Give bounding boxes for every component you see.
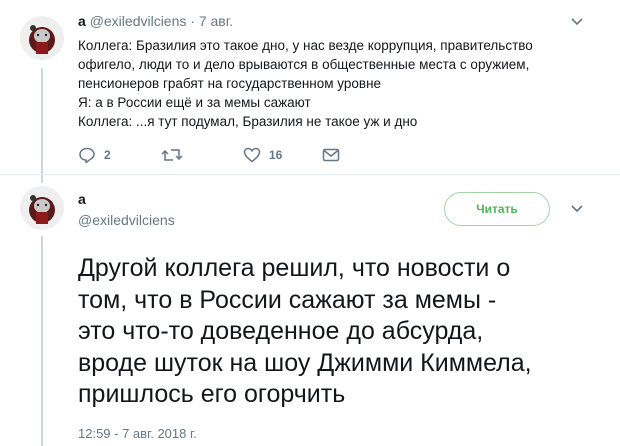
tweet-text-line: Коллега: ...я тут подумал, Бразилия не т… [78,114,418,129]
avatar[interactable] [20,16,64,60]
read-button[interactable]: Читать [444,192,550,226]
display-name[interactable]: a [78,191,86,207]
divider [0,174,620,175]
tweet-text-line: том, что в России сажают за мемы - [78,285,497,314]
tweet-date[interactable]: 12:59 - 7 авг. 2018 г. [78,426,197,441]
tweet-text: Коллега: Бразилия это такое дно, у нас в… [78,36,578,131]
tweet-text-line: Я: а в России ещё и за мемы сажают [78,95,311,110]
like-button[interactable]: 16 [243,146,282,164]
tweet-text: Другой коллега решил, что новости о том,… [78,253,598,411]
tweet-text-line: это что-то доведенное до абсурда, [78,317,484,345]
tweet-actions: 2 16 [78,146,378,166]
tweet-text-line: пришлось его огорчить [78,380,346,408]
envelope-icon [322,148,340,162]
chevron-down-icon[interactable] [570,17,584,27]
heart-icon [243,147,261,163]
thread-line [41,236,43,446]
timestamp[interactable]: 7 авг. [199,13,233,29]
display-name[interactable]: a [78,13,86,29]
tweet-header: a @exiledvilciens · 7 авг. [78,13,233,29]
reply-count: 2 [104,148,111,162]
reply-button[interactable]: 2 [78,146,111,164]
tweet-text-line: Другой коллега решил, что новости о [78,254,511,282]
tweet-text-line: вроде шуток на шоу Джимми Киммела, [78,348,532,377]
chevron-down-icon[interactable] [570,204,584,214]
retweet-button[interactable] [161,146,191,164]
tweet-text-line: офигело, люди то и дело врываются в обще… [78,57,530,72]
username-handle[interactable]: @exiledvilciens [90,13,187,29]
retweet-icon [161,149,183,161]
reply-icon [79,147,95,164]
username-handle[interactable]: @exiledvilciens [78,212,175,228]
thread-line [41,68,43,183]
separator-dot: · [190,13,195,29]
like-count: 16 [269,148,283,162]
tweet-text-line: пенсионеров грабят на государственном ур… [78,76,382,91]
tweet-text-line: Коллега: Бразилия это такое дно, у нас в… [78,38,533,53]
avatar[interactable] [20,186,64,230]
direct-message-button[interactable] [322,146,340,164]
